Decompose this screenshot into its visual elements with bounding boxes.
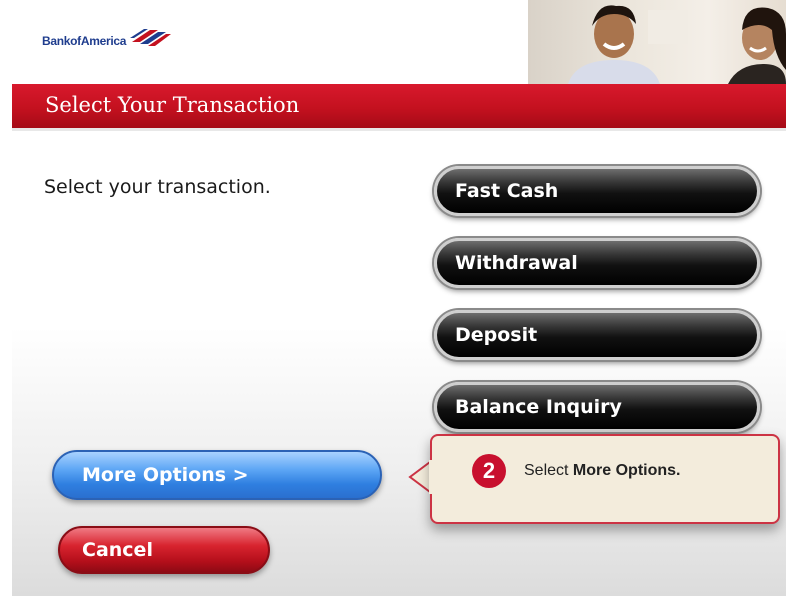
deposit-button[interactable]: Deposit xyxy=(434,310,760,360)
callout-text-bold: More Options. xyxy=(572,462,681,479)
fast-cash-button[interactable]: Fast Cash xyxy=(434,166,760,216)
bank-logo: BankofAmerica xyxy=(42,26,172,48)
people-photo-illustration xyxy=(568,5,786,84)
callout-instruction: Select More Options. xyxy=(524,462,680,480)
customer-photo xyxy=(528,0,786,84)
instruction-callout: 2 Select More Options. xyxy=(430,434,780,524)
balance-inquiry-button[interactable]: Balance Inquiry xyxy=(434,382,760,432)
flag-logo-icon xyxy=(130,29,172,46)
transaction-prompt: Select your transaction. xyxy=(44,176,271,198)
cancel-button[interactable]: Cancel xyxy=(58,526,270,574)
more-options-button[interactable]: More Options > xyxy=(52,450,382,500)
callout-text-prefix: Select xyxy=(524,462,573,479)
logo-text: BankofAmerica xyxy=(42,34,127,48)
withdrawal-button[interactable]: Withdrawal xyxy=(434,238,760,288)
step-number-badge: 2 xyxy=(472,454,506,488)
page-title: Select Your Transaction xyxy=(45,93,300,117)
header-bar: Select Your Transaction xyxy=(12,84,786,131)
atm-screen: BankofAmerica Select Your Transaction Se… xyxy=(12,0,786,596)
callout-pointer-cover xyxy=(429,460,435,494)
